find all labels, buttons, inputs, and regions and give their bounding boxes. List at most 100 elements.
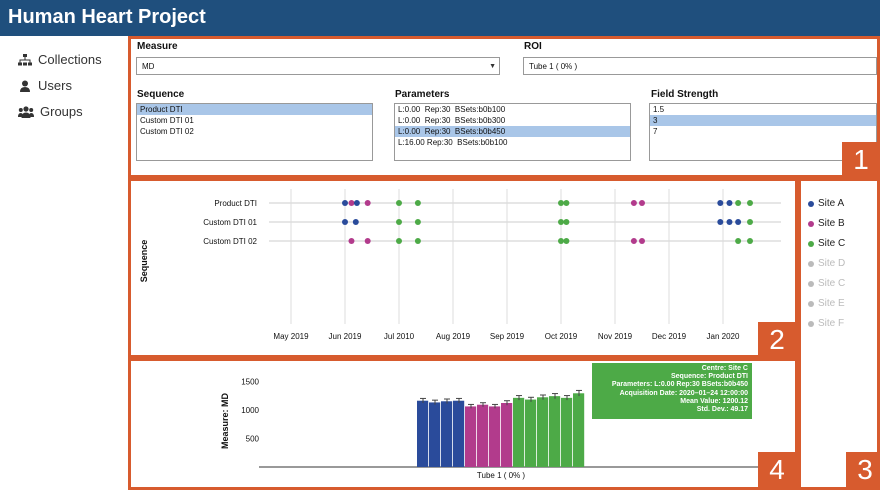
sidebar-item-collections[interactable]: Collections [18,52,102,67]
sidebar-item-label: Groups [40,104,83,119]
legend-item[interactable]: Site D [808,258,845,269]
timeline-point [352,219,359,225]
timeline-point [396,200,402,206]
timeline-point [747,219,753,225]
sequence-label: Sequence [137,89,185,100]
field-strength-option[interactable]: 7 [650,126,876,137]
timeline-point [563,238,570,244]
legend-item[interactable]: Site B [808,218,845,229]
parameters-listbox[interactable]: L:0.00 Rep:30 BSets:b0b100 L:0.00 Rep:30… [394,103,631,161]
timeline-point [735,219,742,225]
sequence-option[interactable]: Product DTI [137,104,372,115]
timeline-point [563,219,570,225]
sequence-listbox[interactable]: Product DTI Custom DTI 01 Custom DTI 02 [136,103,373,161]
bar [465,406,477,467]
timeline-point [364,200,371,206]
timeline-y-title: Sequence [139,240,149,283]
timeline-point [717,219,724,225]
sequence-option[interactable]: Custom DTI 02 [137,126,372,137]
legend-item[interactable]: Site C [808,278,845,289]
bar [549,396,561,467]
tooltip-line: Mean Value: 1200.12 [680,397,748,405]
timeline-point [342,200,348,206]
roi-select[interactable]: Tube 1 ( 0% ) [523,57,877,75]
legend-item[interactable]: Site F [808,318,844,329]
timeline-tick-label: Jul 2010 [384,332,415,341]
timeline-point [630,200,637,206]
timeline-tick-label: Jan 2020 [707,332,740,341]
bar [429,402,441,467]
legend-dot-icon [808,220,814,227]
field-strength-option[interactable]: 1.5 [650,104,876,115]
timeline-point [414,200,421,206]
timeline-point [726,219,733,225]
legend-label: Site A [818,198,845,209]
bar-y-tick-label: 500 [246,434,260,443]
timeline-point [717,200,724,206]
panel-number-4: 4 [758,452,796,488]
parameters-option[interactable]: L:16.00 Rep:30 BSets:b0b100 [395,137,630,148]
timeline-point [747,200,753,206]
bar [513,397,525,467]
legend-item[interactable]: Site E [808,298,845,309]
panel-number-3: 3 [846,452,880,488]
legend-item[interactable]: Site C [808,238,845,249]
legend-dot-icon [808,300,814,307]
tooltip-line: Acquisition Date: 2020–01–24 12:00:00 [619,389,748,397]
timeline-point [558,238,564,244]
timeline-row-label: Custom DTI 02 [203,237,257,246]
timeline-point [558,200,564,206]
app-title: Human Heart Project [8,6,206,28]
parameters-option[interactable]: L:0.00 Rep:30 BSets:b0b450 [395,126,630,137]
sequence-option[interactable]: Custom DTI 01 [137,115,372,126]
timeline-tick-label: Aug 2019 [436,332,471,341]
field-strength-option[interactable]: 3 [650,115,876,126]
app-header: Human Heart Project [0,0,880,36]
bar-y-tick-label: 1500 [241,377,259,386]
timeline-point [747,238,753,244]
measure-select[interactable]: MD ▼ [136,57,500,75]
parameters-option[interactable]: L:0.00 Rep:30 BSets:b0b300 [395,115,630,126]
user-icon [18,80,32,92]
timeline-point [414,238,421,244]
tooltip-line: Std. Dev.: 49.17 [696,406,748,414]
bar-y-tick-label: 1000 [241,406,259,415]
sidebar-item-users[interactable]: Users [18,78,72,93]
panel-number-2: 2 [758,322,796,358]
timeline-point [639,238,645,244]
timeline-tick-label: Jun 2019 [329,332,362,341]
sidebar-item-groups[interactable]: Groups [18,104,83,119]
bar-x-label: Tube 1 ( 0% ) [477,471,526,480]
legend-dot-icon [808,320,814,327]
timeline-point [348,238,355,244]
legend-item[interactable]: Site A [808,198,844,209]
parameters-option[interactable]: L:0.00 Rep:30 BSets:b0b100 [395,104,630,115]
bar-tooltip: Centre: Site C Sequence: Product DTI Par… [592,363,752,419]
tooltip-line: Parameters: L:0.00 Rep:30 BSets:b0b450 [611,381,748,389]
timeline-row-label: Product DTI [214,199,257,208]
bar [525,399,537,467]
legend-label: Site F [818,318,845,329]
timeline-chart: Sequence Product DTI Custom DTI 01 Custom D… [139,189,781,341]
parameters-label: Parameters [395,89,450,100]
legend-dot-icon [808,260,814,267]
timeline-point [396,238,402,244]
bar [453,400,465,467]
users-icon [18,105,34,118]
legend-label: Site E [818,298,845,309]
bar [561,397,573,467]
panel-number-1: 1 [842,142,880,178]
chevron-down-icon: ▼ [489,63,496,70]
legend-dot-icon [808,240,814,247]
roi-value: Tube 1 ( 0% ) [529,62,578,71]
timeline-tick-label: Oct 2019 [545,332,578,341]
timeline-tick-label: Sep 2019 [490,332,525,341]
tooltip-line: Sequence: Product DTI [670,373,748,381]
bar [537,397,549,467]
timeline-tick-label: Dec 2019 [652,332,687,341]
timeline-point [735,238,742,244]
measure-value: MD [142,62,155,71]
timeline-point [396,219,402,225]
legend-label: Site D [818,258,846,269]
measure-label: Measure [137,41,178,52]
